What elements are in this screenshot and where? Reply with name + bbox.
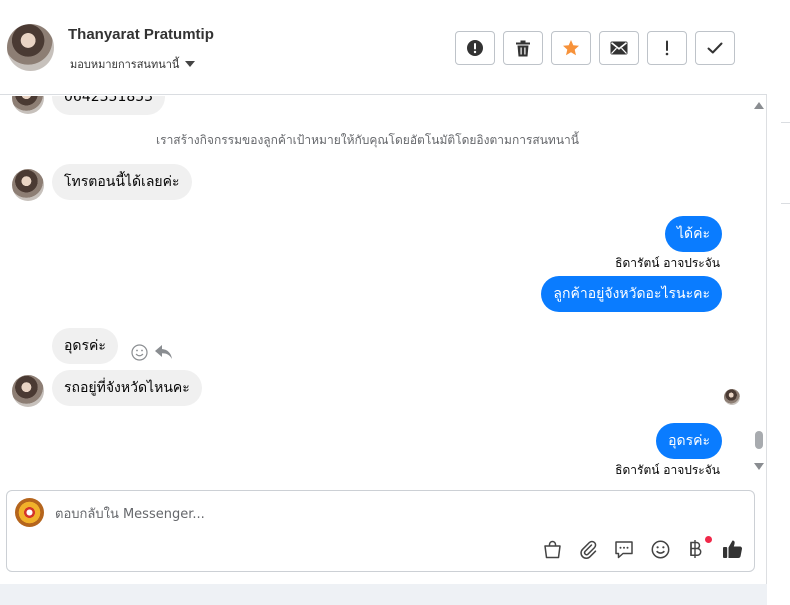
- contact-avatar-small: [12, 375, 44, 407]
- mark-spam-button[interactable]: [455, 31, 495, 65]
- mark-done-button[interactable]: [695, 31, 735, 65]
- message-incoming[interactable]: รถอยู่ที่จังหวัดไหนคะ: [52, 370, 202, 406]
- flag-button[interactable]: [647, 31, 687, 65]
- assign-label: มอบหมายการสนทนานี้: [70, 58, 180, 71]
- page-avatar: [15, 498, 44, 527]
- message-outgoing[interactable]: อุดรค่ะ: [656, 423, 722, 459]
- shop-button[interactable]: [540, 537, 564, 561]
- system-note: เราสร้างกิจกรรมของลูกค้าเป้าหมายให้กับคุ…: [156, 133, 579, 147]
- star-icon: [563, 40, 579, 56]
- attach-button[interactable]: [576, 537, 600, 561]
- delete-button[interactable]: [503, 31, 543, 65]
- message-outgoing[interactable]: ลูกค้าอยู่จังหวัดอะไรนะคะ: [541, 276, 722, 312]
- baht-icon: [690, 540, 702, 558]
- checkmark-icon: [707, 42, 723, 54]
- message-incoming[interactable]: โทรตอนนี้ได้เลยค่ะ: [52, 164, 192, 200]
- contact-name[interactable]: Thanyarat Pratumtip: [68, 26, 214, 43]
- emoji-icon: [651, 540, 669, 558]
- scroll-down-arrow[interactable]: [754, 463, 764, 470]
- mark-unread-button[interactable]: [599, 31, 639, 65]
- right-panel-edge: [767, 0, 790, 605]
- sender-name: ธิดารัตน์ อาจประจัน: [615, 463, 720, 477]
- shopping-bag-icon: [543, 540, 561, 558]
- message-incoming[interactable]: อุดรค่ะ: [52, 328, 118, 364]
- thumbs-up-icon: [722, 540, 742, 559]
- contact-avatar-small: [12, 169, 44, 201]
- trash-icon: [516, 40, 530, 56]
- scroll-up-arrow[interactable]: [754, 102, 764, 109]
- envelope-icon: [610, 41, 628, 55]
- emoji-button[interactable]: [648, 537, 672, 561]
- contact-avatar[interactable]: [7, 24, 54, 71]
- conversation-header: Thanyarat Pratumtip มอบหมายการสนทนานี้: [0, 0, 767, 95]
- like-button[interactable]: [720, 537, 744, 561]
- star-button[interactable]: [551, 31, 591, 65]
- saved-replies-button[interactable]: [612, 537, 636, 561]
- seen-indicator-avatar: [724, 389, 740, 405]
- sender-name: ธิดารัตน์ อาจประจัน: [615, 256, 720, 270]
- message-incoming[interactable]: 0642351853: [52, 96, 166, 115]
- divider: [781, 203, 790, 204]
- alert-circle-icon: [467, 40, 483, 56]
- assign-conversation-dropdown[interactable]: มอบหมายการสนทนานี้: [70, 55, 196, 73]
- paperclip-icon: [579, 540, 596, 559]
- chat-bubble-icon: [615, 540, 633, 558]
- reply-composer: [6, 490, 755, 572]
- caret-down-icon: [185, 61, 196, 67]
- reply-input[interactable]: [55, 503, 715, 525]
- message-outgoing[interactable]: ได้ค่ะ: [664, 216, 722, 252]
- divider: [781, 122, 790, 123]
- scrollbar-thumb[interactable]: [755, 431, 763, 449]
- reply-arrow-icon[interactable]: [154, 344, 173, 360]
- contact-avatar-small: [12, 96, 44, 114]
- conversation-panel: Thanyarat Pratumtip มอบหมายการสนทนานี้ 0…: [0, 0, 767, 584]
- notification-dot: [705, 536, 712, 543]
- message-thread[interactable]: 0642351853 เราสร้างกิจกรรมของลูกค้าเป้าห…: [0, 96, 767, 488]
- emoji-react-icon[interactable]: [131, 344, 148, 361]
- exclamation-icon: [665, 40, 669, 56]
